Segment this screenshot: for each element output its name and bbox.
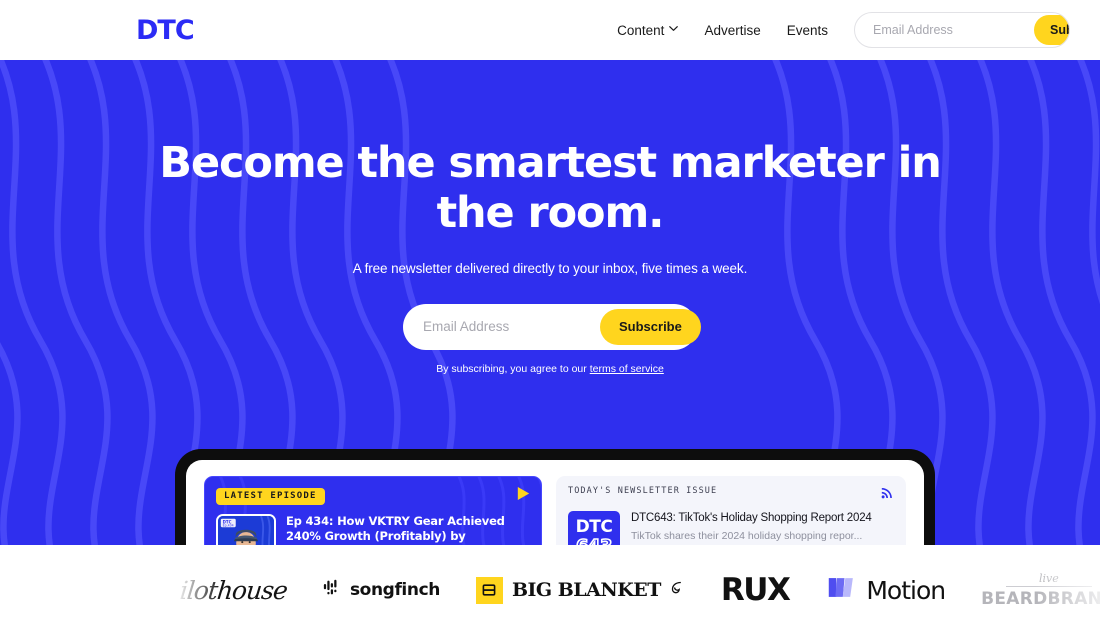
nav-item-events[interactable]: Events — [787, 23, 828, 38]
newsletter-thumbnail: DTC 643 — [568, 511, 620, 545]
device-screen: LATEST EPISODE DTC Ep.434 Ep 434: How VK… — [186, 460, 924, 545]
play-icon[interactable] — [517, 486, 530, 506]
pilothouse-wordmark: ilothouse — [178, 575, 289, 605]
logo-motion: Motion — [825, 575, 946, 605]
nav-item-content[interactable]: Content — [617, 22, 679, 38]
newsletter-issue-title: DTC643: TikTok's Holiday Shopping Report… — [631, 512, 872, 524]
podcast-episode-title: Ep 434: How VKTRY Gear Achieved 240% Gro… — [286, 514, 517, 545]
partner-logo-bar: ilothouse songfinch BIG BLANKET RUX Moti… — [0, 545, 1100, 635]
logo-rux: RUX — [720, 572, 791, 608]
todays-newsletter-card[interactable]: TODAY'S NEWSLETTER ISSUE DTC 643 — [556, 476, 906, 545]
nav-subscribe-form: Subscribe — [854, 12, 1070, 48]
chevron-down-icon — [669, 25, 679, 34]
newsletter-excerpt: TikTok shares their 2024 holiday shoppin… — [631, 529, 863, 542]
newsletter-card-header: TODAY'S NEWSLETTER ISSUE — [568, 486, 894, 504]
dtc-logo[interactable]: DTC — [136, 17, 195, 44]
tablet-device-mockup: LATEST EPISODE DTC Ep.434 Ep 434: How VK… — [175, 449, 935, 545]
terms-of-service-link[interactable]: terms of service — [590, 363, 664, 375]
terms-prefix: By subscribing, you agree to our — [436, 362, 590, 375]
beardbrand-divider — [1005, 585, 1092, 587]
nav-right-group: Content Advertise Events Subscribe — [617, 12, 1070, 48]
beardbrand-wordmark: BEARDBRAND — [981, 588, 1100, 609]
motion-bars-icon — [825, 575, 857, 605]
hero-content: Become the smartest marketer in the room… — [0, 60, 1100, 375]
podcast-card-header: LATEST EPISODE — [216, 486, 530, 506]
logo-songfinch: songfinch — [323, 578, 440, 602]
songfinch-bars-icon — [323, 578, 342, 602]
hero-subheadline: A free newsletter delivered directly to … — [352, 260, 748, 276]
big-blanket-wordmark: BIG BLANKET — [511, 579, 661, 601]
big-blanket-mark-icon — [670, 580, 685, 600]
hero-email-input[interactable] — [403, 319, 600, 335]
nav-item-advertise[interactable]: Advertise — [704, 23, 760, 38]
podcast-card-body: DTC Ep.434 Ep 434: How VKTRY Gear Achiev… — [216, 514, 530, 545]
beardbrand-live-label: live — [1038, 571, 1059, 585]
newsletter-thumb-number: 643 — [575, 536, 613, 545]
logo-beardbrand: live BEARDBRAND — [981, 572, 1100, 609]
hero-subscribe-button[interactable]: Subscribe — [600, 308, 701, 345]
logo-big-blanket: BIG BLANKET — [475, 576, 685, 604]
hero-subscribe-form: Subscribe — [403, 303, 701, 350]
logo-pilothouse: ilothouse — [178, 575, 289, 605]
newsletter-thumb-brand: DTC — [575, 516, 613, 537]
nav-links: Content Advertise Events — [617, 23, 828, 38]
logo-carousel[interactable]: ilothouse songfinch BIG BLANKET RUX Moti… — [0, 572, 1100, 609]
nav-item-content-label: Content — [617, 22, 665, 38]
songfinch-wordmark: songfinch — [349, 580, 440, 600]
top-navigation-bar: DTC Content Advertise Events Subscribe — [0, 0, 1100, 60]
nav-subscribe-button[interactable]: Subscribe — [1034, 15, 1069, 45]
latest-episode-card[interactable]: LATEST EPISODE DTC Ep.434 Ep 434: How VK… — [204, 476, 542, 545]
latest-episode-badge: LATEST EPISODE — [216, 487, 325, 505]
hero-headline: Become the smartest marketer in the room… — [159, 138, 942, 239]
svg-text:Ep.434: Ep.434 — [223, 524, 234, 528]
newsletter-card-body: DTC 643 DTC643: TikTok's Holiday Shoppin… — [568, 511, 894, 545]
nav-email-input[interactable] — [855, 23, 1034, 37]
newsletter-eyebrow: TODAY'S NEWSLETTER ISSUE — [568, 486, 718, 496]
podcast-thumbnail: DTC Ep.434 — [216, 514, 276, 545]
podcast-card-text: Ep 434: How VKTRY Gear Achieved 240% Gro… — [286, 514, 530, 545]
newsletter-card-text: DTC643: TikTok's Holiday Shopping Report… — [631, 511, 894, 545]
rux-wordmark: RUX — [720, 572, 791, 608]
terms-disclaimer: By subscribing, you agree to our terms o… — [436, 363, 664, 375]
rss-icon[interactable] — [881, 486, 894, 504]
motion-wordmark: Motion — [866, 575, 946, 605]
hero-section: Become the smartest marketer in the room… — [0, 60, 1100, 545]
big-blanket-icon — [475, 576, 503, 604]
